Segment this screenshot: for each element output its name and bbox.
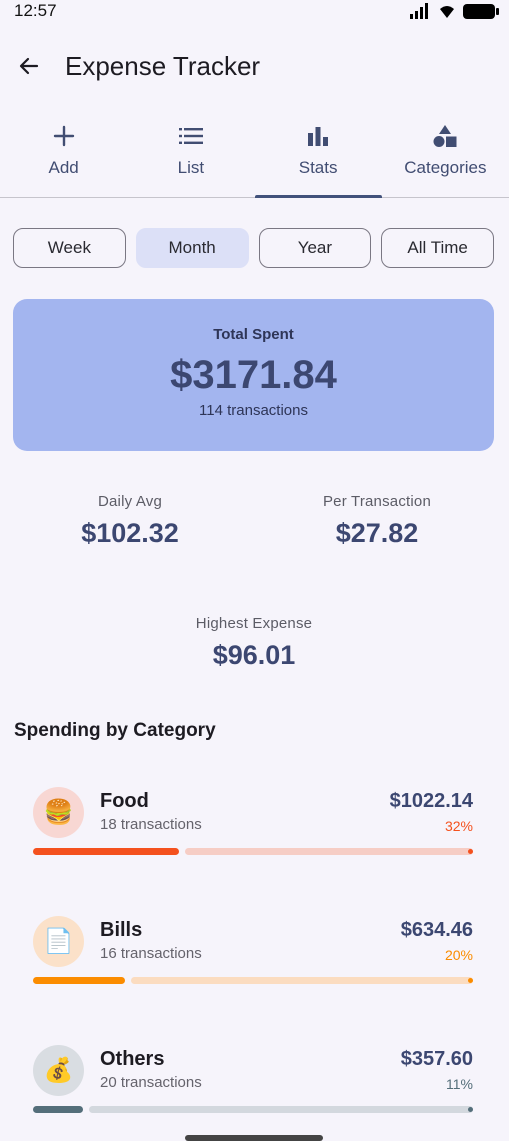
status-bar: 12:57 bbox=[0, 0, 509, 22]
category-progress-bar bbox=[33, 1106, 473, 1113]
category-percent: 11% bbox=[446, 1076, 473, 1092]
filter-month[interactable]: Month bbox=[135, 228, 249, 268]
tab-add[interactable]: Add bbox=[0, 110, 127, 197]
total-spent-card: Total Spent $3171.84 114 transactions bbox=[13, 299, 494, 451]
category-progress-bar bbox=[33, 977, 473, 984]
progress-track bbox=[131, 977, 473, 984]
section-title: Spending by Category bbox=[14, 720, 216, 741]
per-transaction-stat: Per Transaction $27.82 bbox=[277, 493, 477, 549]
category-name: Others bbox=[100, 1048, 165, 1070]
list-icon bbox=[178, 128, 203, 144]
tab-stats[interactable]: Stats bbox=[254, 110, 383, 198]
category-amount: $634.46 bbox=[400, 919, 473, 941]
category-name: Food bbox=[100, 790, 149, 812]
shapes-icon bbox=[433, 125, 457, 147]
tab-bar: Add List Stats Categories bbox=[0, 110, 509, 198]
total-spent-label: Total Spent bbox=[213, 326, 294, 343]
category-name: Bills bbox=[100, 919, 143, 941]
progress-end-dot bbox=[468, 849, 473, 854]
progress-end-dot bbox=[468, 1107, 473, 1112]
per-transaction-value: $27.82 bbox=[335, 518, 419, 548]
daily-avg-label: Daily Avg bbox=[97, 493, 163, 510]
arrow-back-icon bbox=[19, 57, 39, 75]
tab-label: Categories bbox=[404, 158, 487, 177]
tab-label: Add bbox=[48, 158, 79, 177]
tab-label: List bbox=[177, 158, 205, 177]
page-title: Expense Tracker bbox=[65, 50, 261, 81]
progress-end-dot bbox=[468, 978, 473, 983]
home-indicator bbox=[185, 1135, 323, 1141]
wifi-icon bbox=[440, 6, 454, 18]
transaction-count: 114 transactions bbox=[199, 402, 308, 419]
progress-fill bbox=[33, 848, 179, 855]
highest-expense-label: Highest Expense bbox=[195, 615, 313, 632]
category-percent: 32% bbox=[444, 818, 473, 834]
period-filter: Week Month Year All Time bbox=[13, 228, 494, 268]
filter-year[interactable]: Year bbox=[258, 228, 372, 268]
highest-expense-stat: Highest Expense $96.01 bbox=[154, 615, 354, 671]
progress-fill bbox=[33, 1106, 83, 1113]
category-amount: $1022.14 bbox=[389, 790, 473, 812]
status-time: 12:57 bbox=[14, 1, 57, 20]
app-bar: Expense Tracker bbox=[0, 40, 509, 92]
per-transaction-label: Per Transaction bbox=[322, 493, 432, 510]
progress-track bbox=[185, 848, 473, 855]
progress-track bbox=[89, 1106, 473, 1113]
total-spent-amount: $3171.84 bbox=[170, 353, 337, 397]
money-bag-icon: 💰 bbox=[33, 1045, 84, 1096]
daily-avg-stat: Daily Avg $102.32 bbox=[30, 493, 230, 549]
tab-list[interactable]: List bbox=[127, 110, 254, 197]
status-icons bbox=[409, 3, 499, 19]
document-icon: 📄 bbox=[33, 916, 84, 967]
signal-icon bbox=[410, 3, 428, 19]
category-amount: $357.60 bbox=[400, 1048, 473, 1070]
burger-icon: 🍔 bbox=[33, 787, 84, 838]
progress-fill bbox=[33, 977, 125, 984]
filter-all-time[interactable]: All Time bbox=[381, 228, 494, 268]
battery-icon bbox=[463, 3, 499, 19]
highest-expense-value: $96.01 bbox=[212, 640, 296, 670]
filter-week[interactable]: Week bbox=[13, 228, 126, 268]
category-count: 18 transactions bbox=[100, 816, 202, 833]
category-progress-bar bbox=[33, 848, 473, 855]
plus-icon bbox=[53, 125, 74, 147]
bar-chart-icon bbox=[308, 127, 329, 146]
daily-avg-value: $102.32 bbox=[81, 518, 179, 548]
category-percent: 20% bbox=[444, 947, 473, 963]
tab-label: Stats bbox=[298, 158, 338, 177]
back-button[interactable] bbox=[14, 51, 44, 81]
category-count: 16 transactions bbox=[100, 945, 202, 962]
tab-categories[interactable]: Categories bbox=[382, 110, 509, 197]
category-count: 20 transactions bbox=[100, 1074, 202, 1091]
